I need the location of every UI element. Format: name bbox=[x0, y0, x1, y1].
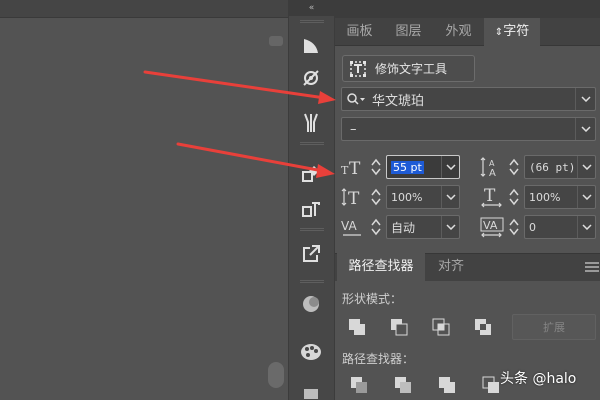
tab-artboards[interactable]: 画板 bbox=[337, 18, 382, 46]
tab-pathfinder[interactable]: 路径查找器 bbox=[337, 253, 425, 281]
kerning-icon: VA bbox=[341, 215, 365, 239]
font-size-input[interactable]: 55 pt bbox=[386, 155, 460, 179]
tracking-icon: VA bbox=[480, 215, 504, 239]
unite-icon[interactable] bbox=[346, 316, 368, 338]
horizontal-scale-icon: T bbox=[480, 185, 504, 209]
tab-appearance[interactable]: 外观 bbox=[436, 18, 481, 46]
chevron-down-icon[interactable] bbox=[577, 156, 595, 178]
brush-plus-icon[interactable] bbox=[296, 108, 326, 136]
svg-text:A: A bbox=[489, 159, 495, 168]
palette-icon[interactable] bbox=[296, 338, 326, 366]
font-size-value: 55 pt bbox=[391, 160, 424, 174]
export-icon[interactable] bbox=[296, 240, 326, 268]
strip-grip[interactable] bbox=[300, 280, 324, 283]
kerning-input[interactable]: 自动 bbox=[386, 215, 460, 239]
svg-text:VA: VA bbox=[341, 219, 357, 233]
minus-front-icon[interactable] bbox=[388, 316, 410, 338]
tracking-stepper[interactable] bbox=[506, 215, 522, 239]
canvas-topbar bbox=[0, 0, 288, 18]
type-styles-icon[interactable] bbox=[296, 196, 326, 224]
shape-modes-label: 形状模式： bbox=[342, 292, 403, 306]
touch-type-icon bbox=[350, 60, 366, 77]
strip-grip[interactable] bbox=[300, 20, 324, 23]
expand-button[interactable]: 扩展 bbox=[512, 314, 596, 340]
touch-type-tool-button[interactable]: 修饰文字工具 bbox=[342, 55, 475, 82]
svg-text:T: T bbox=[349, 159, 361, 177]
leading-value: (66 pt) bbox=[529, 160, 576, 174]
font-size-icon: TT bbox=[341, 155, 365, 179]
font-family-value: 华文琥珀 bbox=[372, 93, 425, 109]
tracking-input[interactable]: 0 bbox=[524, 215, 596, 239]
svg-text:T: T bbox=[348, 189, 360, 208]
crop-icon[interactable] bbox=[480, 374, 502, 396]
horizontal-scale-input[interactable]: 100% bbox=[524, 185, 596, 209]
tab-character[interactable]: ⇕字符 bbox=[484, 18, 540, 46]
tab-align[interactable]: 对齐 bbox=[428, 253, 474, 281]
vertical-scale-input[interactable]: 100% bbox=[386, 185, 460, 209]
tab-reorder-icon: ⇕ bbox=[494, 27, 504, 38]
shape-builder-icon[interactable] bbox=[296, 64, 326, 92]
divide-icon[interactable] bbox=[348, 374, 370, 396]
kerning-value: 自动 bbox=[391, 220, 416, 235]
svg-text:A: A bbox=[489, 168, 496, 178]
vertical-scale-value: 100% bbox=[391, 190, 423, 204]
strip-grip[interactable] bbox=[300, 228, 324, 231]
pathfinders-label: 路径查找器： bbox=[342, 352, 415, 366]
leading-icon: AA bbox=[480, 155, 504, 179]
tab-layers[interactable]: 图层 bbox=[386, 18, 431, 46]
leading-stepper[interactable] bbox=[506, 155, 522, 179]
exclude-icon[interactable] bbox=[472, 316, 494, 338]
horizontal-scale-value: 100% bbox=[529, 190, 561, 204]
swatch-icon[interactable] bbox=[296, 384, 326, 400]
vertical-scale-stepper[interactable] bbox=[368, 185, 384, 209]
strip-grip[interactable] bbox=[300, 142, 324, 145]
search-icon bbox=[346, 92, 366, 106]
trim-icon[interactable] bbox=[392, 374, 414, 396]
panel-topbar bbox=[335, 0, 600, 18]
touch-type-label: 修饰文字工具 bbox=[375, 62, 448, 76]
chevron-down-icon[interactable] bbox=[441, 216, 459, 238]
font-size-stepper[interactable] bbox=[368, 155, 384, 179]
font-family-dropdown[interactable]: 华文琥珀 bbox=[341, 87, 596, 111]
tracking-value: 0 bbox=[529, 220, 536, 234]
chevron-down-icon[interactable] bbox=[577, 186, 595, 208]
horizontal-scale-stepper[interactable] bbox=[506, 185, 522, 209]
canvas-scrollbar[interactable] bbox=[266, 30, 286, 400]
watermark: 头条 @halo bbox=[500, 371, 577, 387]
chevron-down-icon[interactable] bbox=[575, 88, 595, 110]
svg-text:T: T bbox=[341, 164, 349, 177]
chevron-down-icon[interactable] bbox=[441, 186, 459, 208]
panel-menu-icon[interactable] bbox=[585, 262, 599, 272]
font-style-value: – bbox=[350, 121, 357, 137]
vertex-icon[interactable] bbox=[296, 32, 326, 60]
strip-collapse-button[interactable]: « bbox=[288, 0, 335, 16]
canvas-area[interactable] bbox=[0, 0, 288, 400]
chevron-down-icon[interactable] bbox=[575, 118, 595, 140]
scroll-up-handle[interactable] bbox=[269, 36, 283, 46]
scroll-thumb[interactable] bbox=[268, 362, 284, 388]
chevron-down-icon[interactable] bbox=[577, 216, 595, 238]
intersect-icon[interactable] bbox=[430, 316, 452, 338]
font-style-dropdown[interactable]: – bbox=[341, 117, 596, 141]
svg-text:VA: VA bbox=[483, 219, 498, 232]
circles-icon[interactable] bbox=[296, 290, 326, 318]
leading-input[interactable]: (66 pt) bbox=[524, 155, 596, 179]
svg-text:T: T bbox=[484, 186, 496, 206]
merge-icon[interactable] bbox=[436, 374, 458, 396]
chevron-down-icon[interactable] bbox=[441, 156, 459, 178]
tab-character-label: 字符 bbox=[503, 24, 530, 39]
symbols-icon[interactable] bbox=[296, 160, 326, 188]
vertical-scale-icon: T bbox=[341, 185, 365, 209]
kerning-stepper[interactable] bbox=[368, 215, 384, 239]
